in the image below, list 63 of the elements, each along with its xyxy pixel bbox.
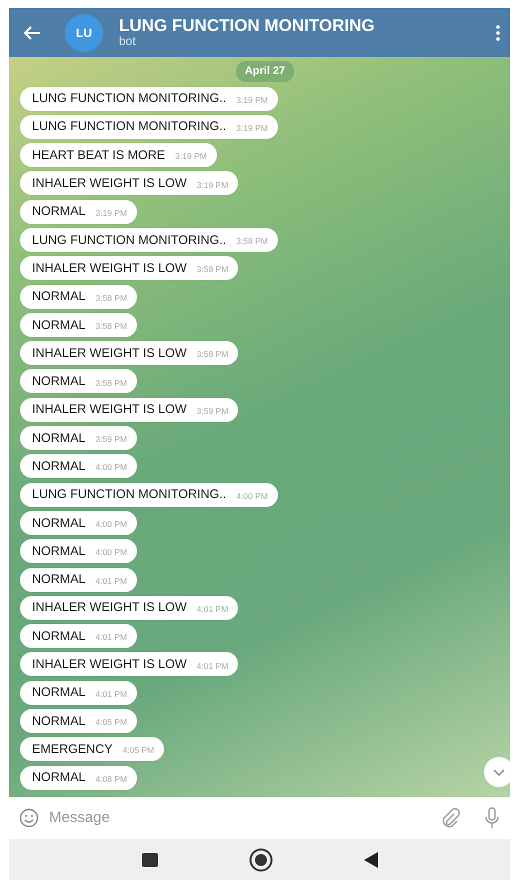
message-time: 3:19 PM xyxy=(236,122,268,135)
message-text: NORMAL xyxy=(32,542,86,560)
message-time: 3:19 PM xyxy=(95,206,128,220)
back-nav-icon[interactable] xyxy=(362,850,378,868)
menu-icon[interactable] xyxy=(496,24,500,40)
message-time: 3:59 PM xyxy=(95,433,128,446)
message-text: INHALER WEIGHT IS LOW xyxy=(32,599,187,616)
message-time: 3:58 PM xyxy=(196,263,228,276)
message-time: 3:59 PM xyxy=(196,404,228,418)
message-text: HEART BEAT IS MORE xyxy=(32,146,166,164)
message-text: LUNG FUNCTION MONITORING.. xyxy=(32,486,226,504)
message-time: 4:01 PM xyxy=(196,602,228,616)
home-icon[interactable] xyxy=(248,848,272,872)
message-text: NORMAL xyxy=(32,514,86,532)
message-time: 3:19 PM xyxy=(175,150,207,163)
microphone-icon[interactable] xyxy=(484,807,500,829)
message-time: 3:19 PM xyxy=(196,178,228,192)
message-text: NORMAL xyxy=(32,288,86,306)
message-text: NORMAL xyxy=(32,458,86,475)
date-label: April 27 xyxy=(236,61,294,82)
back-icon[interactable] xyxy=(23,26,41,40)
message-time: 4:01 PM xyxy=(196,660,228,672)
message-time: 4:00 PM xyxy=(95,518,128,531)
message-time: 3:58 PM xyxy=(95,292,128,304)
message-text: NORMAL xyxy=(32,628,86,645)
message-text: NORMAL xyxy=(32,430,86,447)
recents-icon[interactable] xyxy=(140,852,158,868)
message-text: NORMAL xyxy=(32,712,86,730)
message-time: 3:19 PM xyxy=(236,94,268,106)
message-text: INHALER WEIGHT IS LOW xyxy=(32,175,187,192)
message-time: 3:58 PM xyxy=(95,320,128,333)
paperclip-icon[interactable] xyxy=(440,808,460,828)
message-time: 4:08 PM xyxy=(95,772,128,786)
avatar[interactable]: LU xyxy=(65,14,103,52)
message-time: 4:00 PM xyxy=(95,546,128,560)
message-time: 3:58 PM xyxy=(95,376,128,390)
message-time: 4:01 PM xyxy=(95,688,128,701)
emoji-icon[interactable] xyxy=(19,808,39,828)
message-text: INHALER WEIGHT IS LOW xyxy=(32,656,187,674)
message-text: INHALER WEIGHT IS LOW xyxy=(32,260,187,277)
message-time: 4:05 PM xyxy=(95,716,128,729)
message-text: LUNG FUNCTION MONITORING.. xyxy=(32,90,226,108)
chevron-down-icon xyxy=(493,768,505,776)
message-time: 4:00 PM xyxy=(95,461,128,474)
message-text: NORMAL xyxy=(32,571,86,588)
message-text: EMERGENCY xyxy=(32,740,113,758)
chat-title: LUNG FUNCTION MONITORING xyxy=(119,16,376,36)
message-text: INHALER WEIGHT IS LOW xyxy=(32,401,187,418)
message-time: 3:58 PM xyxy=(236,235,268,248)
message-time: 4:00 PM xyxy=(236,490,268,503)
message-text: NORMAL xyxy=(32,203,86,220)
message-time: 4:01 PM xyxy=(95,574,128,588)
message-text: LUNG FUNCTION MONITORING.. xyxy=(32,232,226,249)
message-text: LUNG FUNCTION MONITORING.. xyxy=(32,118,226,136)
message-text: NORMAL xyxy=(32,769,86,786)
message-time: 4:05 PM xyxy=(122,744,154,758)
chat-subtitle: bot xyxy=(119,35,137,48)
message-time: 3:58 PM xyxy=(196,348,228,362)
message-text: INHALER WEIGHT IS LOW xyxy=(32,344,187,362)
message-text: NORMAL xyxy=(32,373,86,390)
message-text: NORMAL xyxy=(32,316,86,334)
message-text: NORMAL xyxy=(32,684,86,702)
message-time: 4:01 PM xyxy=(95,631,128,644)
